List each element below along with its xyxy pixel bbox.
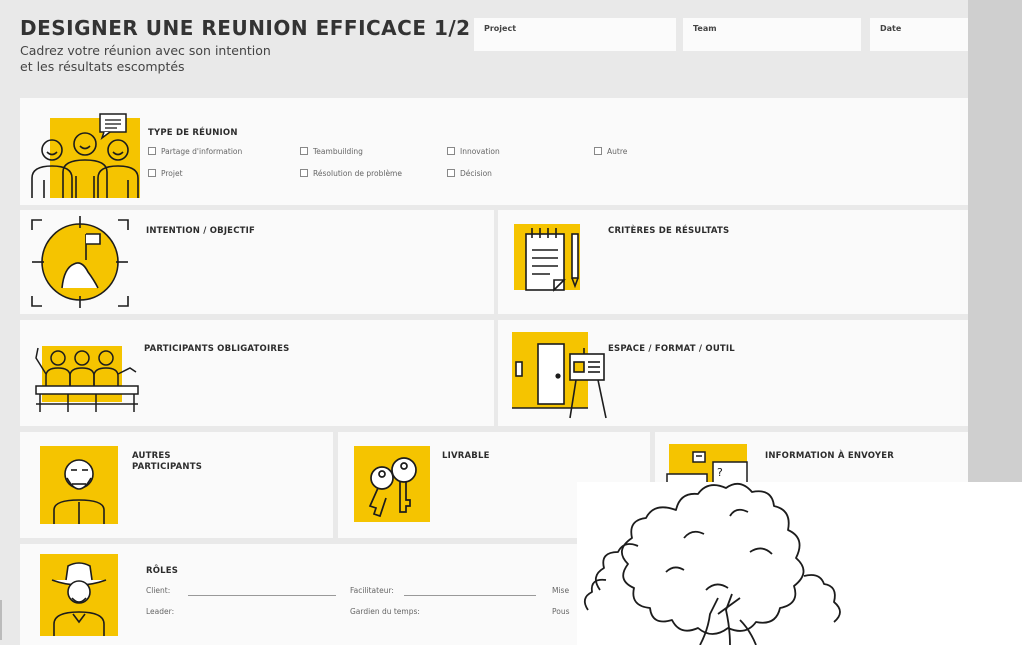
- information-heading: INFORMATION À ENVOYER: [765, 451, 895, 461]
- option-label: Résolution de problème: [313, 169, 402, 178]
- cowboy-icon: [40, 554, 118, 636]
- option-label: Partage d'information: [161, 147, 243, 156]
- role-col3-top-label: Mise: [552, 586, 570, 595]
- option-decision[interactable]: Décision: [447, 169, 492, 178]
- roles-heading: RÔLES: [146, 566, 179, 576]
- option-partage-information[interactable]: Partage d'information: [148, 147, 242, 156]
- option-label: Projet: [161, 169, 183, 178]
- notepad-icon: [514, 224, 580, 292]
- subtitle-line-2: et les résultats escomptés: [20, 59, 185, 74]
- checkbox[interactable]: [148, 169, 156, 177]
- role-leader-label: Leader:: [146, 607, 175, 616]
- participants-heading: PARTICIPANTS OBLIGATOIRES: [144, 344, 290, 354]
- bearded-person-icon: [40, 446, 118, 524]
- option-projet[interactable]: Projet: [148, 169, 183, 178]
- door-easel-icon: [512, 332, 607, 419]
- option-label: Innovation: [460, 147, 500, 156]
- criteres-card: CRITÈRES DE RÉSULTATS: [498, 210, 968, 314]
- target-icon: [31, 216, 129, 308]
- option-innovation[interactable]: Innovation: [447, 147, 500, 156]
- role-facilitateur-label: Facilitateur:: [350, 586, 394, 595]
- role-client-line[interactable]: [188, 595, 336, 596]
- criteres-heading: CRITÈRES DE RÉSULTATS: [608, 226, 730, 236]
- intention-heading: INTENTION / OBJECTIF: [146, 226, 255, 236]
- role-gardien-label: Gardien du temps:: [350, 607, 420, 616]
- checkbox[interactable]: [148, 147, 156, 155]
- heading-line-2: PARTICIPANTS: [132, 462, 203, 472]
- option-resolution-probleme[interactable]: Résolution de problème: [300, 169, 402, 178]
- checkbox[interactable]: [447, 147, 455, 155]
- role-client-label: Client:: [146, 586, 171, 595]
- checkbox[interactable]: [447, 169, 455, 177]
- checkbox[interactable]: [300, 169, 308, 177]
- option-label: Décision: [460, 169, 492, 178]
- checkbox[interactable]: [300, 147, 308, 155]
- autres-participants-heading: AUTRES PARTICIPANTS: [132, 451, 202, 473]
- heading-line-1: AUTRES: [132, 451, 171, 461]
- page-subtitle: Cadrez votre réunion avec son intention …: [20, 43, 340, 75]
- option-label: Teambuilding: [313, 147, 363, 156]
- audience-icon: [35, 346, 139, 412]
- autres-participants-card: AUTRES PARTICIPANTS: [20, 432, 333, 538]
- livrable-heading: LIVRABLE: [442, 451, 490, 461]
- role-col3-bottom-label: Pous: [552, 607, 570, 616]
- checkbox[interactable]: [594, 147, 602, 155]
- option-label: Autre: [607, 147, 628, 156]
- subtitle-line-1: Cadrez votre réunion avec son intention: [20, 43, 271, 58]
- type-reunion-card: TYPE DE RÉUNION Partage d'information Te…: [20, 98, 968, 205]
- team-field[interactable]: Team: [683, 18, 861, 51]
- team-icon: [31, 113, 140, 198]
- svg-text:?: ?: [717, 466, 723, 479]
- keys-icon: [354, 446, 430, 522]
- participants-card: PARTICIPANTS OBLIGATOIRES: [20, 320, 494, 426]
- role-facilitateur-line[interactable]: [404, 595, 536, 596]
- project-field[interactable]: Project: [474, 18, 676, 51]
- date-field[interactable]: Date: [870, 18, 968, 51]
- tree-sketch: [583, 482, 841, 645]
- espace-card: ESPACE / FORMAT / OUTIL: [498, 320, 968, 426]
- intention-card: INTENTION / OBJECTIF: [20, 210, 494, 314]
- page-title: DESIGNER UNE REUNION EFFICACE 1/2: [20, 16, 471, 40]
- option-autre[interactable]: Autre: [594, 147, 627, 156]
- option-teambuilding[interactable]: Teambuilding: [300, 147, 363, 156]
- espace-heading: ESPACE / FORMAT / OUTIL: [608, 344, 735, 354]
- edge-mark: [0, 600, 2, 640]
- type-reunion-heading: TYPE DE RÉUNION: [148, 128, 238, 138]
